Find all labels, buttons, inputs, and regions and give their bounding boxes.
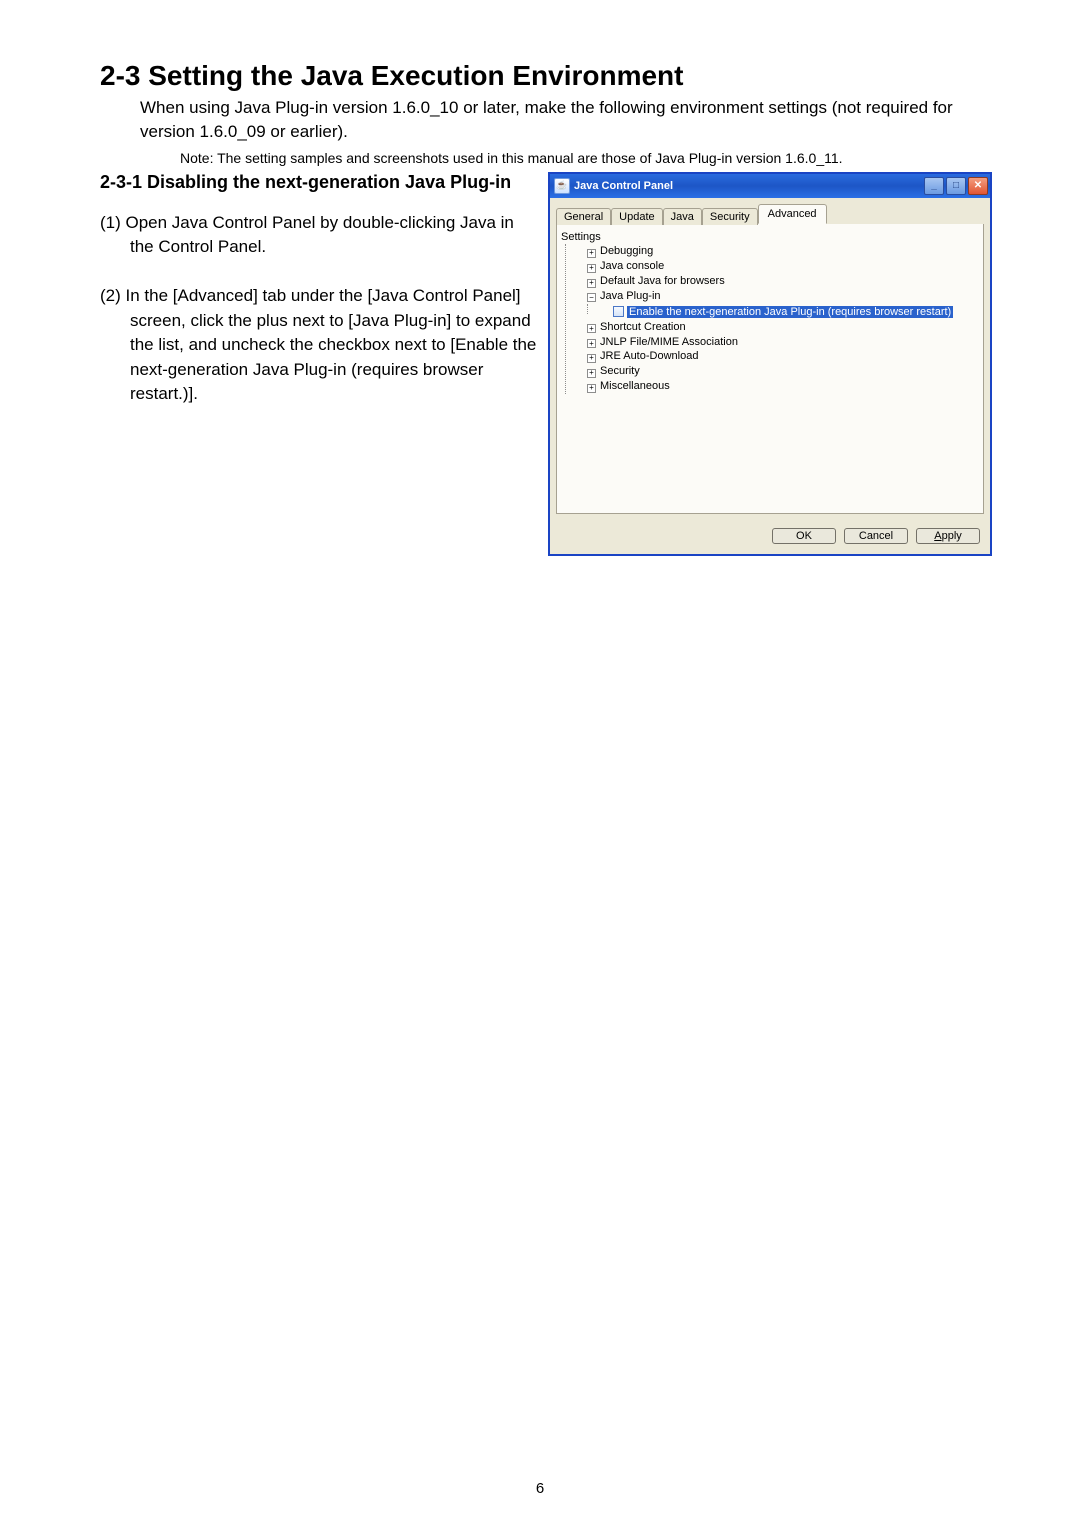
page-number: 6: [0, 1480, 1080, 1497]
checkbox-enable-nextgen[interactable]: [613, 306, 624, 317]
tab-java[interactable]: Java: [663, 208, 702, 225]
intro-text: When using Java Plug-in version 1.6.0_10…: [140, 96, 990, 144]
instruction-column: 2-3-1 Disabling the next-generation Java…: [100, 172, 540, 431]
advanced-tab-panel: Settings Debugging Java console Default …: [556, 224, 984, 514]
dialog-button-row: OK Cancel Apply: [550, 520, 990, 554]
tree-node-java-console[interactable]: Java console: [573, 259, 979, 274]
java-control-panel-window: ☕ Java Control Panel _ □ ✕ General Updat…: [548, 172, 992, 556]
expand-icon[interactable]: [587, 354, 596, 363]
minimize-button[interactable]: _: [924, 177, 944, 195]
tab-general[interactable]: General: [556, 208, 611, 225]
tree-node-jre-auto[interactable]: JRE Auto-Download: [573, 349, 979, 364]
tab-advanced[interactable]: Advanced: [758, 204, 827, 224]
maximize-button[interactable]: □: [946, 177, 966, 195]
tab-security[interactable]: Security: [702, 208, 758, 225]
tree-node-shortcut[interactable]: Shortcut Creation: [573, 320, 979, 335]
tree-node-misc[interactable]: Miscellaneous: [573, 379, 979, 394]
subsection-heading: 2-3-1 Disabling the next-generation Java…: [100, 172, 540, 193]
titlebar: ☕ Java Control Panel _ □ ✕: [550, 174, 990, 198]
expand-icon[interactable]: [587, 324, 596, 333]
tree-node-debugging[interactable]: Debugging: [573, 244, 979, 259]
expand-icon[interactable]: [587, 339, 596, 348]
step-1: (1) Open Java Control Panel by double-cl…: [100, 211, 540, 260]
note-text: Note: The setting samples and screenshot…: [180, 150, 990, 166]
tree-label: JRE Auto-Download: [600, 350, 698, 362]
expand-icon[interactable]: [587, 249, 596, 258]
tree-label: Default Java for browsers: [600, 275, 725, 287]
java-icon: ☕: [554, 178, 570, 194]
apply-button[interactable]: Apply: [916, 528, 980, 544]
tree-label: Java console: [600, 260, 664, 272]
section-title: 2-3 Setting the Java Execution Environme…: [100, 60, 990, 92]
tab-update[interactable]: Update: [611, 208, 662, 225]
tree-node-java-plugin[interactable]: Java Plug-in: [573, 289, 979, 304]
expand-icon[interactable]: [587, 264, 596, 273]
close-button[interactable]: ✕: [968, 177, 988, 195]
ok-button[interactable]: OK: [772, 528, 836, 544]
tree-label: Java Plug-in: [600, 290, 661, 302]
tree-label: Debugging: [600, 245, 653, 257]
tree-node-enable-nextgen[interactable]: Enable the next-generation Java Plug-in …: [595, 304, 979, 320]
cancel-button[interactable]: Cancel: [844, 528, 908, 544]
tab-strip: General Update Java Security Advanced: [550, 198, 990, 224]
expand-icon[interactable]: [587, 384, 596, 393]
tree-node-security[interactable]: Security: [573, 364, 979, 379]
settings-tree: Settings Debugging Java console Default …: [561, 230, 979, 394]
expand-icon[interactable]: [587, 279, 596, 288]
selected-tree-label: Enable the next-generation Java Plug-in …: [627, 306, 953, 318]
tree-label: Miscellaneous: [600, 380, 670, 392]
tree-root-label: Settings: [561, 230, 979, 245]
window-title: Java Control Panel: [574, 180, 924, 192]
tree-label: Security: [600, 365, 640, 377]
document-page: 2-3 Setting the Java Execution Environme…: [0, 0, 1080, 1527]
step-2: (2) In the [Advanced] tab under the [Jav…: [100, 284, 540, 407]
tree-label: JNLP File/MIME Association: [600, 336, 738, 348]
expand-icon[interactable]: [587, 369, 596, 378]
tree-node-default-java[interactable]: Default Java for browsers: [573, 274, 979, 289]
tree-label: Shortcut Creation: [600, 321, 686, 333]
collapse-icon[interactable]: [587, 293, 596, 302]
tree-node-jnlp[interactable]: JNLP File/MIME Association: [573, 335, 979, 350]
